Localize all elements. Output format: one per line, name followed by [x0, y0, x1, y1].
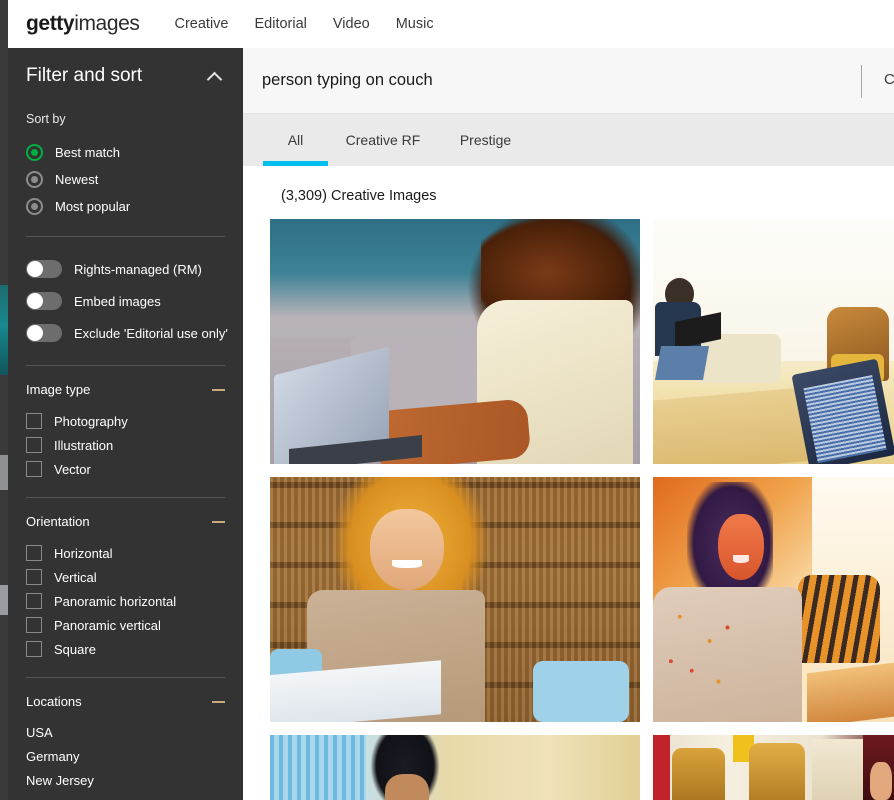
toggle-label: Embed images [74, 293, 161, 309]
getty-images-logo[interactable]: gettyimages [26, 12, 140, 36]
location-germany[interactable]: Germany [26, 745, 225, 769]
tab-prestige[interactable]: Prestige [438, 114, 533, 166]
divider [26, 365, 225, 366]
checkbox-icon[interactable] [26, 593, 42, 609]
background-page-sliver [0, 0, 8, 800]
section-header-image-type[interactable]: Image type [26, 382, 225, 397]
grid-row [270, 477, 894, 722]
checkbox-icon[interactable] [26, 617, 42, 633]
toggle-switch-icon[interactable] [26, 324, 62, 342]
filter-label: Horizontal [54, 545, 113, 561]
search-bar: Clear [243, 48, 894, 114]
filter-label: Panoramic horizontal [54, 593, 177, 609]
checkbox-icon[interactable] [26, 461, 42, 477]
toggle-label: Exclude 'Editorial use only' [74, 325, 228, 341]
filter-label: Square [54, 641, 96, 657]
chevron-up-icon[interactable] [207, 71, 223, 81]
sort-by-label: Sort by [26, 112, 66, 126]
sidebar-header[interactable]: Filter and sort [8, 48, 243, 104]
minus-icon[interactable] [212, 388, 225, 391]
result-thumbnail[interactable] [270, 735, 640, 800]
logo-light-text: images [74, 12, 140, 35]
filter-label: Vector [54, 461, 91, 477]
filter-horizontal[interactable]: Horizontal [26, 541, 225, 565]
checkbox-icon[interactable] [26, 437, 42, 453]
checkbox-icon[interactable] [26, 545, 42, 561]
clear-search-button[interactable]: Clear [884, 71, 894, 88]
filter-photography[interactable]: Photography [26, 409, 225, 433]
toggle-exclude-editorial[interactable]: Exclude 'Editorial use only' [26, 317, 228, 349]
filter-vertical[interactable]: Vertical [26, 565, 225, 589]
search-divider [861, 65, 862, 98]
filter-label: Photography [54, 413, 128, 429]
search-input[interactable] [262, 71, 822, 90]
filter-label: Vertical [54, 569, 97, 585]
result-thumbnail[interactable] [270, 219, 640, 464]
sort-option-most-popular[interactable]: Most popular [26, 193, 225, 220]
grid-row [270, 735, 894, 800]
result-tabs: All Creative RF Prestige [243, 114, 894, 166]
minus-icon[interactable] [212, 520, 225, 523]
grid-row [270, 219, 894, 464]
filter-sidebar: Filter and sort Sort by Best match Newes… [8, 48, 243, 800]
result-thumbnail[interactable] [653, 219, 894, 464]
radio-icon[interactable] [26, 198, 43, 215]
page-root: gettyimages Creative Editorial Video Mus… [0, 0, 894, 800]
filter-label: Illustration [54, 437, 114, 453]
location-usa[interactable]: USA [26, 721, 225, 745]
sliver-swatch [0, 455, 8, 490]
section-title: Image type [26, 382, 91, 397]
tab-creative-rf[interactable]: Creative RF [328, 114, 438, 166]
filter-vector[interactable]: Vector [26, 457, 225, 481]
section-title: Orientation [26, 514, 90, 529]
tab-all[interactable]: All [263, 114, 328, 166]
sort-option-label: Newest [55, 172, 99, 187]
logo-bold-text: getty [26, 12, 75, 35]
sort-option-label: Best match [55, 145, 121, 160]
toggle-embed-images[interactable]: Embed images [26, 285, 225, 317]
filter-square[interactable]: Square [26, 637, 225, 661]
divider [26, 677, 225, 678]
nav-item-editorial[interactable]: Editorial [254, 16, 306, 32]
result-thumbnail[interactable] [653, 477, 894, 722]
result-thumbnail[interactable] [270, 477, 640, 722]
filter-label: Panoramic vertical [54, 617, 161, 633]
checkbox-icon[interactable] [26, 641, 42, 657]
sliver-swatch [0, 585, 8, 615]
divider [26, 497, 225, 498]
nav-item-video[interactable]: Video [333, 16, 370, 32]
radio-icon[interactable] [26, 171, 43, 188]
toggle-switch-icon[interactable] [26, 292, 62, 310]
filter-panoramic-vertical[interactable]: Panoramic vertical [26, 613, 225, 637]
nav-item-creative[interactable]: Creative [174, 16, 228, 32]
sliver-swatch [0, 285, 8, 375]
sort-option-label: Most popular [55, 199, 131, 214]
site-header: gettyimages Creative Editorial Video Mus… [8, 0, 894, 48]
sidebar-title: Filter and sort [26, 65, 143, 86]
toggle-rights-managed[interactable]: Rights-managed (RM) [26, 253, 225, 285]
filter-panoramic-horizontal[interactable]: Panoramic horizontal [26, 589, 225, 613]
sort-option-newest[interactable]: Newest [26, 166, 225, 193]
section-header-locations[interactable]: Locations [26, 694, 225, 709]
nav-item-music[interactable]: Music [396, 16, 434, 32]
main-content: Clear All Creative RF Prestige (3,309) C… [243, 48, 894, 800]
filter-illustration[interactable]: Illustration [26, 433, 225, 457]
sidebar-body: Sort by Best match Newest Most popular R… [8, 112, 243, 793]
toggle-label: Rights-managed (RM) [74, 261, 202, 277]
radio-icon[interactable] [26, 144, 43, 161]
section-header-orientation[interactable]: Orientation [26, 514, 225, 529]
section-title: Locations [26, 694, 82, 709]
image-results-grid [243, 219, 894, 800]
checkbox-icon[interactable] [26, 569, 42, 585]
divider [26, 236, 225, 237]
location-new-jersey[interactable]: New Jersey [26, 769, 225, 793]
sort-option-best-match[interactable]: Best match [26, 139, 225, 166]
result-thumbnail[interactable] [653, 735, 894, 800]
checkbox-icon[interactable] [26, 413, 42, 429]
primary-nav: Creative Editorial Video Music [174, 16, 433, 32]
results-count: (3,309) Creative Images [281, 188, 437, 204]
toggle-switch-icon[interactable] [26, 260, 62, 278]
minus-icon[interactable] [212, 700, 225, 703]
